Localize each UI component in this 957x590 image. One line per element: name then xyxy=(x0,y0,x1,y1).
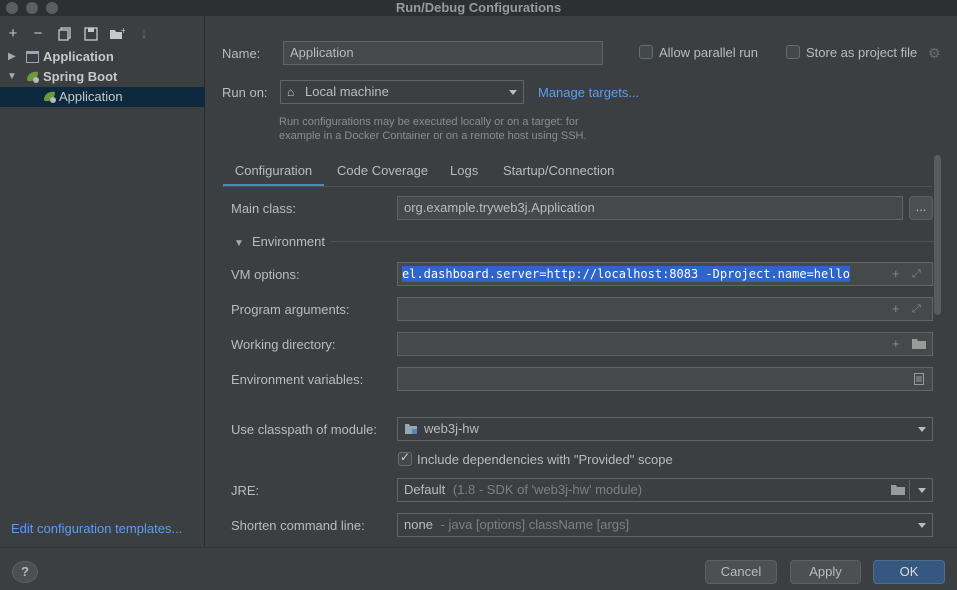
jre-detail: (1.8 - SDK of 'web3j-hw' module) xyxy=(452,482,643,497)
tree-item-label: Application xyxy=(59,89,123,104)
program-arguments-input[interactable]: + ⤢ xyxy=(397,297,933,321)
working-directory-label: Working directory: xyxy=(231,337,336,352)
ok-button[interactable]: OK xyxy=(873,560,945,584)
run-on-hint-line-1: Run configurations may be executed local… xyxy=(279,116,579,128)
edit-configuration-templates-link[interactable]: Edit configuration templates... xyxy=(11,521,182,536)
remove-configuration-button[interactable]: − xyxy=(28,24,48,44)
store-as-project-file-checkbox[interactable] xyxy=(786,45,800,59)
tab-code-coverage[interactable]: Code Coverage xyxy=(337,157,428,187)
configuration-editor: Name: Application Allow parallel run Sto… xyxy=(206,16,957,547)
classpath-module-dropdown[interactable]: web3j-hw xyxy=(397,417,933,441)
environment-divider xyxy=(330,241,934,242)
environment-variables-input[interactable] xyxy=(397,367,933,391)
chevron-right-icon: ▶ xyxy=(8,51,16,62)
tree-item-label: Application xyxy=(43,49,114,64)
title-bar: Run/Debug Configurations xyxy=(0,0,957,16)
classpath-module-label: Use classpath of module: xyxy=(231,422,377,437)
main-class-label: Main class: xyxy=(231,201,297,216)
application-icon xyxy=(26,51,39,63)
plus-icon[interactable]: + xyxy=(892,333,900,355)
chevron-down-icon[interactable]: ▼ xyxy=(234,238,244,249)
main-class-input[interactable]: org.example.tryweb3j.Application xyxy=(397,196,903,220)
allow-parallel-run-label: Allow parallel run xyxy=(659,45,758,60)
tab-logs[interactable]: Logs xyxy=(450,157,478,187)
gear-icon[interactable]: ⚙ xyxy=(928,45,941,62)
tab-startup-connection[interactable]: Startup/Connection xyxy=(503,157,614,187)
spring-boot-icon xyxy=(44,91,56,103)
shorten-command-line-label: Shorten command line: xyxy=(231,518,365,533)
run-on-hint-line-2: example in a Docker Container or on a re… xyxy=(279,130,587,142)
shorten-command-line-detail: - java [options] className [args] xyxy=(440,517,630,532)
run-on-value: Local machine xyxy=(305,84,389,99)
plus-icon[interactable]: + xyxy=(892,263,900,285)
jre-value: Default xyxy=(404,482,446,497)
list-icon[interactable] xyxy=(914,373,924,385)
cancel-button[interactable]: Cancel xyxy=(705,560,777,584)
zoom-window-button[interactable] xyxy=(46,2,58,14)
browse-main-class-button[interactable]: ... xyxy=(909,196,933,220)
module-folder-icon xyxy=(405,424,417,434)
minimize-window-button[interactable] xyxy=(26,2,38,14)
name-label: Name: xyxy=(222,46,261,61)
sort-configurations-button[interactable]: ↓ xyxy=(134,24,154,44)
tree-toolbar: + − + ↓ xyxy=(0,24,205,44)
svg-text:+: + xyxy=(120,27,125,35)
include-provided-dependencies-checkbox[interactable] xyxy=(398,450,412,466)
working-directory-input[interactable]: + xyxy=(397,332,933,356)
folder-icon[interactable] xyxy=(911,338,927,350)
configuration-tree-panel: + − + ↓ ▶ Application ▼ Spring Boot Appl… xyxy=(0,16,205,547)
jre-dropdown[interactable]: Default (1.8 - SDK of 'web3j-hw' module) xyxy=(397,478,933,502)
copy-icon xyxy=(58,27,71,41)
dropdown-divider xyxy=(909,480,910,500)
shorten-command-line-value: none xyxy=(404,517,433,532)
vm-options-label: VM options: xyxy=(231,267,300,282)
run-on-dropdown[interactable]: ⌂ Local machine xyxy=(280,80,524,104)
vm-options-input[interactable]: el.dashboard.server=http://localhost:808… xyxy=(397,262,933,286)
move-into-folder-button[interactable]: + xyxy=(107,24,127,44)
chevron-down-icon xyxy=(509,90,517,95)
expand-icon[interactable]: ⤢ xyxy=(912,298,921,320)
window-title: Run/Debug Configurations xyxy=(395,0,562,15)
classpath-module-value: web3j-hw xyxy=(424,421,479,436)
run-on-label: Run on: xyxy=(222,85,268,100)
copy-configuration-button[interactable] xyxy=(55,24,75,44)
tab-configuration[interactable]: Configuration xyxy=(223,157,324,187)
expand-icon[interactable]: ⤢ xyxy=(912,263,921,285)
tabs-divider xyxy=(222,186,932,187)
allow-parallel-run-checkbox[interactable] xyxy=(639,45,653,59)
chevron-down-icon: ▼ xyxy=(7,71,17,82)
home-icon: ⌂ xyxy=(287,85,295,99)
jre-label: JRE: xyxy=(231,483,260,498)
tree-item-application[interactable]: ▶ Application xyxy=(0,47,205,67)
manage-targets-link[interactable]: Manage targets... xyxy=(538,85,639,100)
include-provided-dependencies-label: Include dependencies with "Provided" sco… xyxy=(417,452,673,467)
save-configuration-button[interactable] xyxy=(81,24,101,44)
apply-button[interactable]: Apply xyxy=(790,560,861,584)
save-icon xyxy=(84,27,98,41)
add-configuration-button[interactable]: + xyxy=(3,24,23,44)
spring-boot-icon xyxy=(27,71,39,83)
tree-item-spring-application[interactable]: Application xyxy=(0,87,205,107)
vm-options-selected-text: el.dashboard.server=http://localhost:808… xyxy=(402,266,850,282)
environment-variables-label: Environment variables: xyxy=(231,372,364,387)
name-input[interactable]: Application xyxy=(283,41,603,65)
plus-icon[interactable]: + xyxy=(892,298,900,320)
help-button[interactable]: ? xyxy=(12,561,38,583)
tree-item-spring-boot[interactable]: ▼ Spring Boot xyxy=(0,67,205,87)
folder-add-icon: + xyxy=(110,26,127,39)
chevron-down-icon xyxy=(918,427,926,432)
tree-item-label: Spring Boot xyxy=(43,69,118,84)
chevron-down-icon[interactable] xyxy=(918,488,926,493)
environment-section-label[interactable]: Environment xyxy=(252,234,325,249)
vertical-scrollbar[interactable] xyxy=(934,155,941,315)
chevron-down-icon xyxy=(918,523,926,528)
folder-icon[interactable] xyxy=(890,484,906,496)
shorten-command-line-dropdown[interactable]: none - java [options] className [args] xyxy=(397,513,933,537)
program-arguments-label: Program arguments: xyxy=(231,302,350,317)
store-as-project-file-label: Store as project file xyxy=(806,45,918,60)
close-window-button[interactable] xyxy=(6,2,18,14)
